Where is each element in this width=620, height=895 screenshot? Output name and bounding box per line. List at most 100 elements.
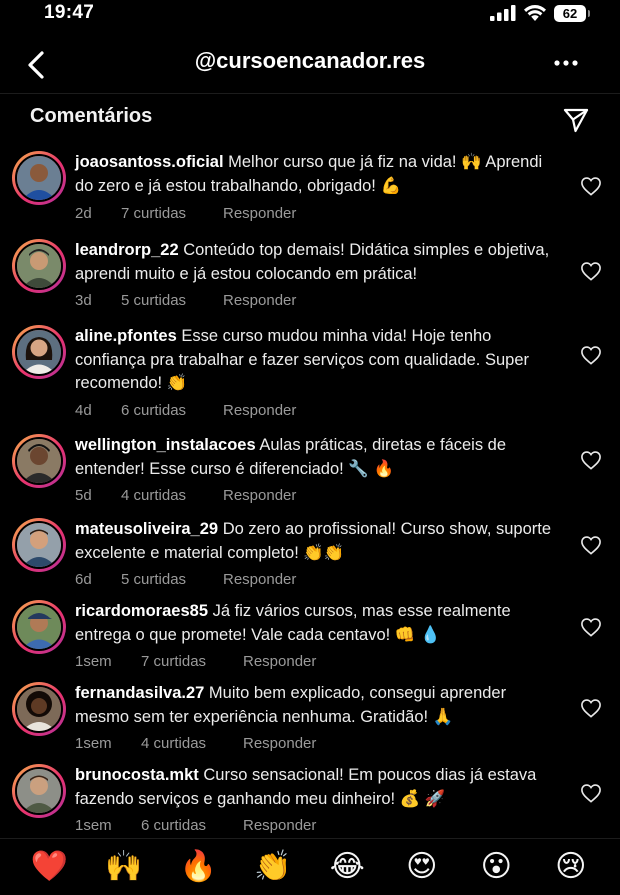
- comment-meta: 3d 5 curtidas Responder: [75, 292, 296, 309]
- reply-button[interactable]: Responder: [223, 292, 296, 309]
- emoji-laugh-button[interactable]: 😂: [327, 852, 367, 882]
- heart-icon[interactable]: [580, 450, 602, 470]
- comment-age: 6d: [75, 571, 92, 588]
- comment-body: brunocosta.mkt Curso sensacional! Em pou…: [75, 764, 555, 811]
- heart-icon[interactable]: [580, 783, 602, 803]
- heart-icon[interactable]: [580, 698, 602, 718]
- comment-age: 3d: [75, 292, 92, 309]
- emoji-heart-button[interactable]: ❤️: [29, 852, 69, 882]
- comment-age: 5d: [75, 487, 92, 504]
- story-ring[interactable]: [12, 682, 66, 736]
- avatar-image: [17, 769, 61, 813]
- comment-username[interactable]: ricardomoraes85: [75, 602, 208, 620]
- story-ring[interactable]: [12, 518, 66, 572]
- avatar-image: [17, 605, 61, 649]
- comment-username[interactable]: mateusoliveira_29: [75, 520, 218, 538]
- emoji-heart-eyes-button[interactable]: 😍: [402, 852, 442, 882]
- comment-username[interactable]: brunocosta.mkt: [75, 766, 199, 784]
- share-button[interactable]: [562, 106, 590, 134]
- avatar-image: [17, 687, 61, 731]
- signal-icon: [490, 5, 516, 21]
- comment-likes[interactable]: 6 curtidas: [141, 817, 243, 834]
- emoji-crying-button[interactable]: 😢: [551, 852, 591, 882]
- status-icons: 62: [490, 4, 590, 22]
- more-icon: [554, 60, 578, 66]
- avatar-image: [17, 523, 61, 567]
- comment-likes[interactable]: 5 curtidas: [121, 571, 223, 588]
- heart-icon[interactable]: [580, 345, 602, 365]
- comment-username[interactable]: leandrorp_22: [75, 241, 179, 259]
- avatar: [15, 328, 63, 376]
- avatar-image: [17, 244, 61, 288]
- comment-meta: 4d 6 curtidas Responder: [75, 402, 296, 419]
- heart-icon[interactable]: [580, 617, 602, 637]
- avatar: [15, 154, 63, 202]
- comment-likes[interactable]: 4 curtidas: [121, 487, 223, 504]
- avatar-image: [17, 330, 61, 374]
- avatar-image: [17, 156, 61, 200]
- comment-username[interactable]: joaosantoss.oficial: [75, 153, 224, 171]
- comment-body: wellington_instalacoes Aulas práticas, d…: [75, 434, 555, 481]
- comment-likes[interactable]: 5 curtidas: [121, 292, 223, 309]
- comment-age: 1sem: [75, 817, 112, 834]
- story-ring[interactable]: [12, 239, 66, 293]
- emoji-fire-button[interactable]: 🔥: [178, 852, 218, 882]
- status-time: 19:47: [44, 2, 95, 23]
- reply-button[interactable]: Responder: [223, 571, 296, 588]
- comment-body: mateusoliveira_29 Do zero ao profissiona…: [75, 518, 555, 565]
- heart-icon[interactable]: [580, 176, 602, 196]
- comment-username[interactable]: wellington_instalacoes: [75, 436, 256, 454]
- story-ring[interactable]: [12, 151, 66, 205]
- comment-body: leandrorp_22 Conteúdo top demais! Didáti…: [75, 239, 555, 286]
- avatar-image: [17, 439, 61, 483]
- comments-title: Comentários: [30, 105, 153, 127]
- emoji-raised-hands-button[interactable]: 🙌: [104, 852, 144, 882]
- reply-button[interactable]: Responder: [223, 205, 296, 222]
- comment-meta: 2d 7 curtidas Responder: [75, 205, 296, 222]
- reply-button[interactable]: Responder: [243, 735, 316, 752]
- emoji-surprised-button[interactable]: 😮: [476, 852, 516, 882]
- comment-age: 4d: [75, 402, 92, 419]
- reply-button[interactable]: Responder: [223, 402, 296, 419]
- comment-body: joaosantoss.oficial Melhor curso que já …: [75, 151, 555, 198]
- comment-meta: 1sem 6 curtidas Responder: [75, 817, 316, 834]
- wifi-icon: [524, 5, 546, 21]
- status-bar: 19:47 62: [0, 0, 620, 30]
- comment-likes[interactable]: 6 curtidas: [121, 402, 223, 419]
- avatar: [15, 437, 63, 485]
- comment-age: 1sem: [75, 653, 112, 670]
- story-ring[interactable]: [12, 325, 66, 379]
- comment-meta: 6d 5 curtidas Responder: [75, 571, 296, 588]
- comment-meta: 5d 4 curtidas Responder: [75, 487, 296, 504]
- story-ring[interactable]: [12, 764, 66, 818]
- reply-button[interactable]: Responder: [223, 487, 296, 504]
- comment-age: 1sem: [75, 735, 112, 752]
- top-navigation: @cursoencanador.res: [0, 36, 620, 92]
- reply-button[interactable]: Responder: [243, 653, 316, 670]
- avatar: [15, 767, 63, 815]
- comment-likes[interactable]: 4 curtidas: [141, 735, 243, 752]
- comment-likes[interactable]: 7 curtidas: [121, 205, 223, 222]
- emoji-clap-button[interactable]: 👏: [253, 852, 293, 882]
- avatar: [15, 242, 63, 290]
- comment-username[interactable]: aline.pfontes: [75, 327, 177, 345]
- more-options-button[interactable]: [552, 54, 580, 72]
- send-icon: [563, 108, 589, 133]
- profile-handle[interactable]: @cursoencanador.res: [0, 48, 620, 74]
- reply-button[interactable]: Responder: [243, 817, 316, 834]
- comment-body: ricardomoraes85 Já fiz vários cursos, ma…: [75, 600, 555, 647]
- avatar: [15, 521, 63, 569]
- comment-body: fernandasilva.27 Muito bem explicado, co…: [75, 682, 555, 729]
- battery-indicator: 62: [554, 4, 590, 22]
- comment-age: 2d: [75, 205, 92, 222]
- story-ring[interactable]: [12, 434, 66, 488]
- header-divider: [0, 93, 620, 94]
- avatar: [15, 685, 63, 733]
- heart-icon[interactable]: [580, 261, 602, 281]
- comment-username[interactable]: fernandasilva.27: [75, 684, 204, 702]
- comment-body: aline.pfontes Esse curso mudou minha vid…: [75, 325, 555, 396]
- comment-likes[interactable]: 7 curtidas: [141, 653, 243, 670]
- emoji-reaction-bar: ❤️ 🙌 🔥 👏 😂 😍 😮 😢: [0, 838, 620, 895]
- heart-icon[interactable]: [580, 535, 602, 555]
- story-ring[interactable]: [12, 600, 66, 654]
